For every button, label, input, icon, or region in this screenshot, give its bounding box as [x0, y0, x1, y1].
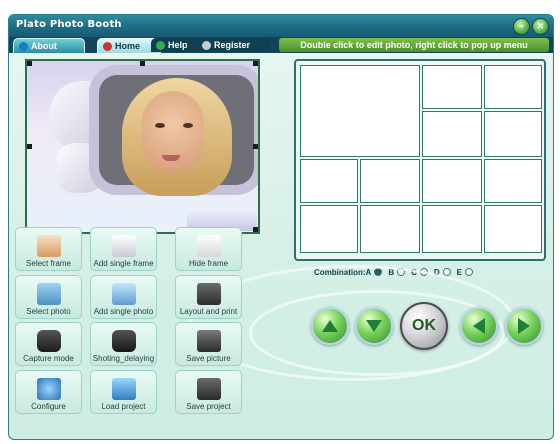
photo-slot[interactable] — [300, 205, 358, 253]
photo-icon — [36, 283, 61, 305]
add-single-frame-button[interactable]: Add single frame — [90, 227, 157, 271]
photo-preview[interactable] — [25, 59, 260, 234]
photo-slot[interactable] — [360, 159, 420, 203]
camera-icon — [36, 330, 61, 352]
save-project-label: Save project — [186, 402, 231, 411]
select-photo-button[interactable]: Select photo — [15, 275, 82, 319]
add-single-photo-button[interactable]: Add single photo — [90, 275, 157, 319]
photo-slot[interactable] — [422, 65, 482, 109]
camera-timer-icon — [111, 330, 136, 352]
save-picture-icon — [196, 330, 221, 352]
configure-label: Configure — [31, 402, 66, 411]
arrow-down-icon — [366, 320, 382, 332]
printer-icon — [196, 283, 221, 305]
eye-icon — [155, 123, 165, 128]
hint-banner: Double click to edit photo, right click … — [279, 38, 549, 52]
resize-handle[interactable] — [253, 144, 258, 149]
save-project-button[interactable]: Save project — [175, 370, 242, 414]
tab-bar: About Home Help Register Double click to… — [9, 37, 553, 54]
photo-slot[interactable] — [422, 111, 482, 157]
photo-slot[interactable] — [300, 159, 358, 203]
photo-slot[interactable] — [484, 205, 542, 253]
photo-slot[interactable] — [422, 205, 482, 253]
ok-label: OK — [412, 317, 436, 334]
load-project-icon — [111, 378, 136, 400]
tab-about[interactable]: About — [13, 38, 85, 54]
load-project-button[interactable]: Load project — [90, 370, 157, 414]
star-icon — [202, 40, 211, 50]
photo-slot[interactable] — [300, 65, 420, 157]
home-icon — [103, 41, 112, 51]
layout-and-print-button[interactable]: Layout and print — [175, 275, 242, 319]
combination-option-e[interactable]: E — [456, 267, 474, 277]
move-up-button[interactable] — [311, 307, 349, 345]
configure-button[interactable]: Configure — [15, 370, 82, 414]
tab-help[interactable]: Help — [151, 38, 203, 52]
window-title: Plato Photo Booth — [16, 19, 122, 30]
select-frame-button[interactable]: Select frame — [15, 227, 82, 271]
photo-slot[interactable] — [422, 159, 482, 203]
tab-register[interactable]: Register — [197, 38, 271, 52]
photo-slot[interactable] — [484, 111, 542, 157]
minimize-icon: – — [519, 21, 524, 32]
move-left-button[interactable] — [460, 307, 498, 345]
radio-icon — [465, 268, 474, 276]
resize-handle[interactable] — [253, 61, 258, 66]
move-right-button[interactable] — [505, 307, 543, 345]
capture-mode-button[interactable]: Capture mode — [15, 322, 82, 366]
save-project-icon — [196, 378, 221, 400]
select-photo-label: Select photo — [26, 307, 71, 316]
combination-grid — [294, 59, 546, 261]
tab-help-label: Help — [168, 40, 188, 50]
tab-register-label: Register — [214, 40, 251, 50]
frame-icon — [36, 235, 61, 257]
arrow-up-icon — [322, 320, 338, 332]
add-photo-icon — [111, 283, 136, 305]
gear-icon — [36, 378, 61, 400]
resize-handle[interactable] — [27, 61, 32, 66]
close-icon: × — [536, 21, 545, 32]
combination-option-label: E — [456, 267, 463, 277]
move-down-button[interactable] — [355, 307, 393, 345]
arrow-right-icon — [518, 318, 530, 334]
tab-home-label: Home — [115, 41, 141, 51]
resize-handle[interactable] — [253, 227, 258, 232]
minimize-button[interactable]: – — [513, 18, 530, 35]
ok-button[interactable]: OK — [400, 302, 448, 350]
add-single-frame-label: Add single frame — [93, 259, 154, 268]
shooting-delaying-label: Shoting_delaying — [92, 354, 155, 363]
arrow-left-icon — [473, 318, 485, 334]
photo-slot[interactable] — [484, 159, 542, 203]
resize-handle[interactable] — [140, 61, 145, 66]
resize-handle[interactable] — [27, 144, 32, 149]
hide-frame-icon — [196, 235, 221, 257]
hide-frame-label: Hide frame — [188, 259, 229, 268]
layout-and-print-label: Layout and print — [179, 307, 238, 316]
save-picture-label: Save picture — [186, 354, 231, 363]
title-bar: Plato Photo Booth – × — [9, 15, 553, 37]
add-frame-icon — [111, 235, 136, 257]
close-button[interactable]: × — [532, 18, 549, 35]
app-window: Plato Photo Booth – × About Home Help Re… — [8, 14, 554, 440]
capture-mode-label: Capture mode — [23, 354, 74, 363]
help-icon — [156, 40, 165, 50]
save-picture-button[interactable]: Save picture — [175, 322, 242, 366]
load-project-label: Load project — [101, 402, 146, 411]
hide-frame-button[interactable]: Hide frame — [175, 227, 242, 271]
info-icon — [19, 41, 28, 51]
tab-about-label: About — [31, 41, 57, 51]
add-single-photo-label: Add single photo — [93, 307, 154, 316]
eye-icon — [183, 123, 193, 128]
shooting-delaying-button[interactable]: Shoting_delaying — [90, 322, 157, 366]
photo-slot[interactable] — [484, 65, 542, 109]
select-frame-label: Select frame — [26, 259, 71, 268]
photo-slot[interactable] — [360, 205, 420, 253]
